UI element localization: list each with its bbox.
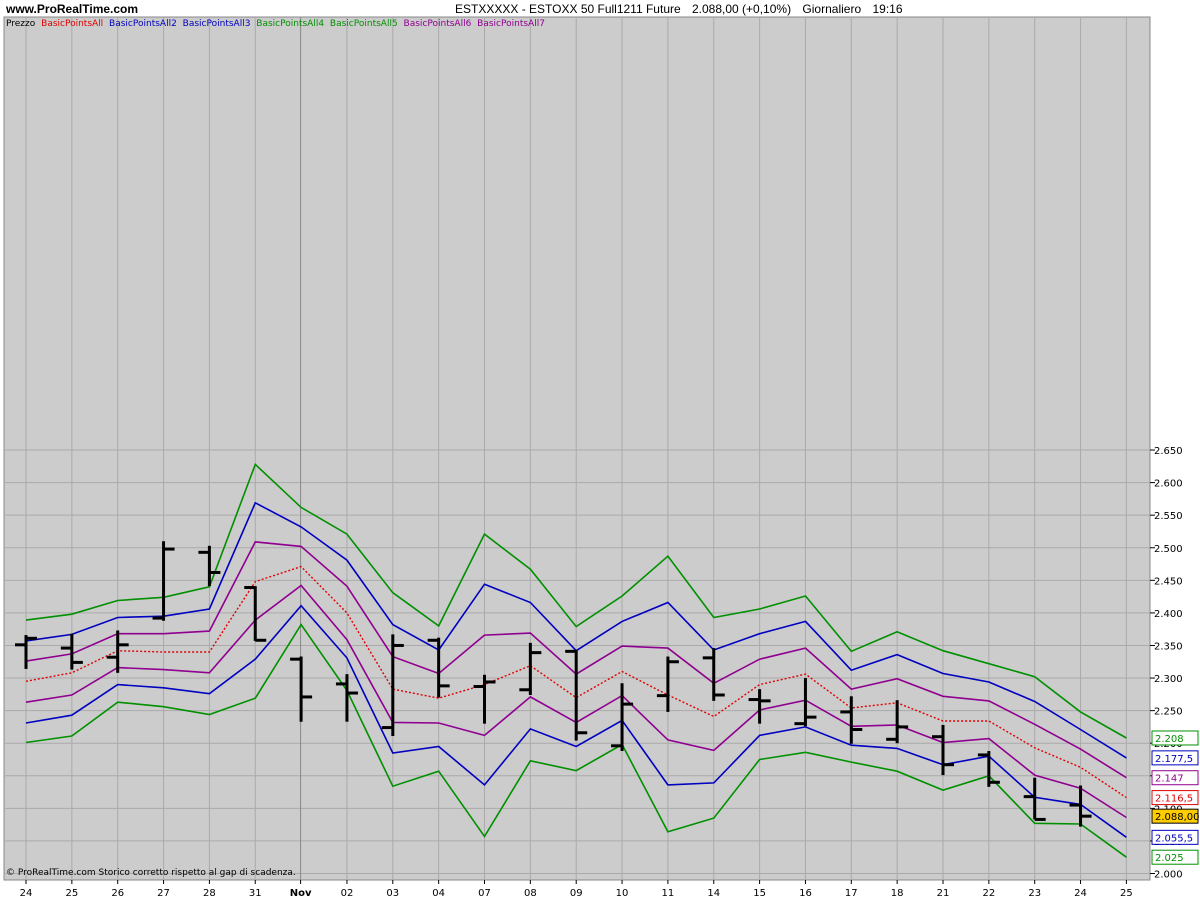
- y-tick-label: 2.400: [1154, 609, 1183, 620]
- legend-prezzo: Prezzo: [6, 19, 36, 29]
- x-tick-label: 14: [707, 888, 720, 899]
- legend-item: BasicPointsAll7: [477, 19, 545, 29]
- y-tick-label: 2.250: [1154, 707, 1183, 718]
- x-tick-label: 21: [937, 888, 950, 899]
- last-value-text: 2.208: [1155, 734, 1184, 745]
- y-tick-label: 2.450: [1154, 576, 1183, 587]
- last-value-label: 2.025: [1151, 849, 1199, 865]
- x-tick-label: 18: [891, 888, 904, 899]
- last-value-text: 2.025: [1155, 853, 1184, 864]
- site-link[interactable]: www.ProRealTime.com: [6, 2, 138, 16]
- legend-item: BasicPointsAll: [41, 19, 104, 29]
- last-value-label: 2.055,5: [1151, 829, 1199, 845]
- last-value-text: 2.055,5: [1155, 833, 1193, 844]
- x-tick-label: 02: [341, 888, 354, 899]
- y-tick-label: 2.600: [1154, 479, 1183, 490]
- x-tick-label: 09: [570, 888, 583, 899]
- x-tick-label: 24: [1074, 888, 1087, 899]
- legend-item: BasicPointsAll4: [256, 19, 325, 29]
- last-value-text: 2.177,5: [1155, 754, 1193, 765]
- x-tick-label: 24: [20, 888, 33, 899]
- x-tick-label: 10: [616, 888, 629, 899]
- x-tick-label: 28: [203, 888, 216, 899]
- y-tick-label: 2.500: [1154, 544, 1183, 555]
- instrument-name: ESTXXXXX - ESTOXX 50 Full1211 Future: [455, 2, 681, 16]
- x-tick-label: 08: [524, 888, 537, 899]
- last-value-label: 2.147: [1151, 770, 1199, 786]
- x-tick-label: 17: [845, 888, 858, 899]
- footer-note: © ProRealTime.com Storico corretto rispe…: [6, 868, 296, 878]
- last-value-label: 2.088,00: [1151, 808, 1200, 824]
- y-tick-label: 2.550: [1154, 511, 1183, 522]
- x-tick-label: 16: [799, 888, 812, 899]
- x-tick-label: 15: [753, 888, 766, 899]
- x-tick-label: 25: [65, 888, 78, 899]
- last-value-text: 2.088,00: [1155, 812, 1200, 823]
- last-quote: 2.088,00 (+0,10%): [692, 2, 792, 16]
- plot-area: [3, 16, 1151, 881]
- y-tick-label: 2.300: [1154, 674, 1183, 685]
- x-tick-label: 07: [478, 888, 491, 899]
- last-value-label: 2.116,5: [1151, 790, 1199, 806]
- last-value-text: 2.147: [1155, 774, 1184, 785]
- legend: Prezzo BasicPointsAll BasicPointsAll2 Ba…: [6, 19, 548, 29]
- last-value-label: 2.208: [1151, 730, 1199, 746]
- x-tick-label: Nov: [290, 888, 312, 899]
- legend-item: BasicPointsAll2: [109, 19, 177, 29]
- x-tick-label: 22: [982, 888, 995, 899]
- y-tick-label: 2.650: [1154, 446, 1183, 457]
- x-tick-label: 26: [111, 888, 124, 899]
- x-tick-label: 11: [662, 888, 675, 899]
- x-tick-label: 04: [432, 888, 445, 899]
- legend-item: BasicPointsAll6: [403, 19, 472, 29]
- last-value-label: 2.177,5: [1151, 750, 1199, 766]
- y-tick-label: 2.350: [1154, 641, 1183, 652]
- last-value-text: 2.116,5: [1155, 794, 1193, 805]
- timeframe: Giornaliero: [802, 2, 862, 16]
- x-tick-label: 25: [1120, 888, 1133, 899]
- legend-item: BasicPointsAll3: [182, 19, 251, 29]
- x-tick-label: 23: [1028, 888, 1041, 899]
- x-tick-label: 27: [157, 888, 170, 899]
- chart-title: ESTXXXXX - ESTOXX 50 Full1211 Future 2.0…: [455, 2, 911, 16]
- legend-item: BasicPointsAll5: [329, 19, 398, 29]
- update-time: 19:16: [872, 2, 903, 16]
- x-tick-label: 31: [249, 888, 262, 899]
- y-tick-label: 2.000: [1154, 870, 1183, 881]
- x-tick-label: 03: [386, 888, 399, 899]
- price-chart[interactable]: 2.0002.0502.1002.1502.2002.2502.3002.350…: [0, 0, 1200, 900]
